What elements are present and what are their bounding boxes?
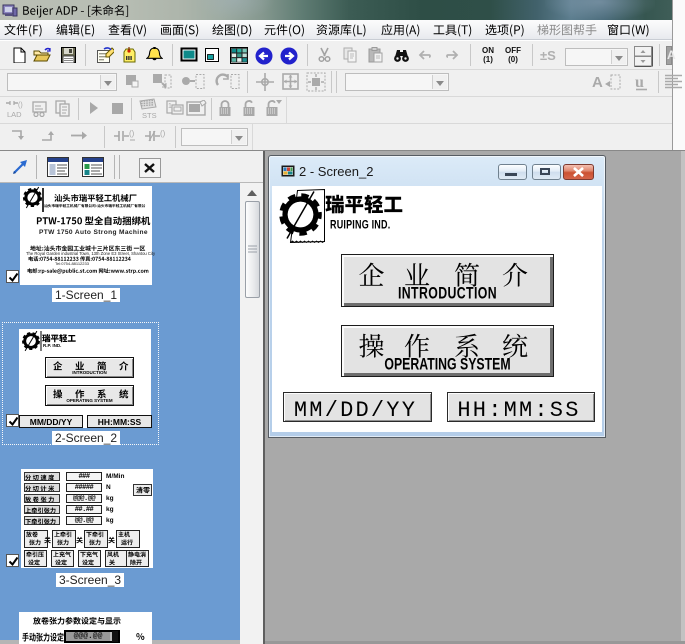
svg-text:LAD: LAD [7,110,22,118]
svg-text:1: 1 [168,103,172,110]
svg-text:(): () [129,129,135,138]
svg-text:(): () [18,102,23,109]
svg-text:A: A [592,74,603,91]
svg-text:(): () [160,129,166,138]
svg-text:u: u [635,74,644,91]
svg-text:STS: STS [142,111,157,119]
